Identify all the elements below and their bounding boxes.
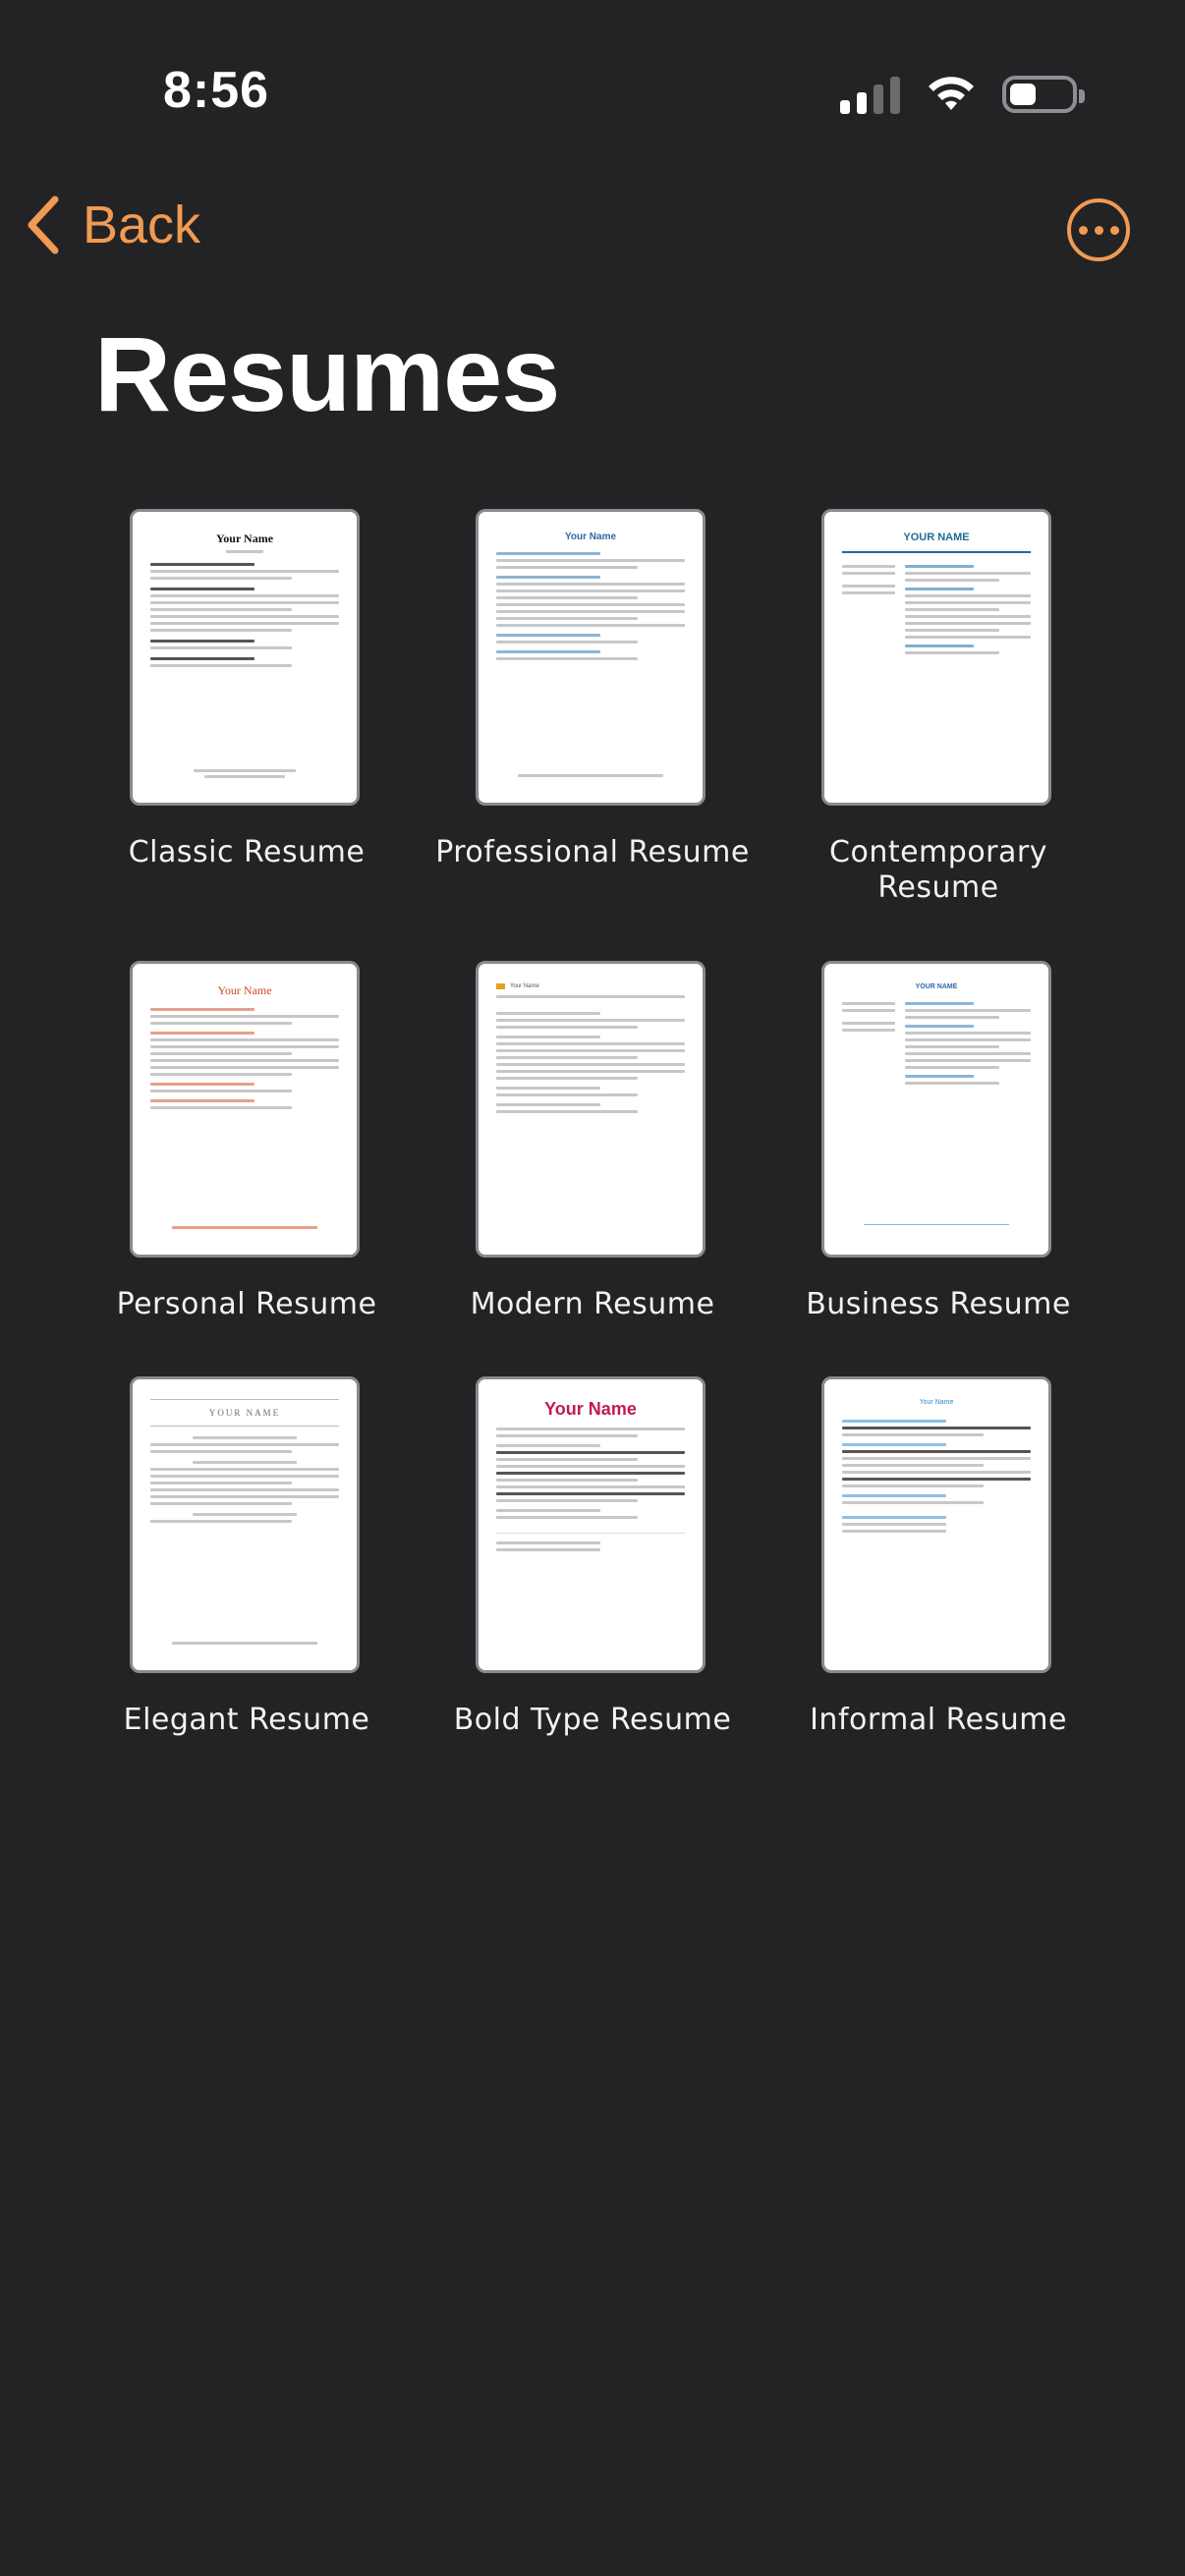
template-label: Contemporary Resume bbox=[829, 835, 1047, 905]
template-thumbnail: Your Name bbox=[130, 961, 360, 1258]
battery-icon bbox=[1002, 76, 1085, 113]
thumb-title: YOUR NAME bbox=[208, 1408, 281, 1418]
template-label: Informal Resume bbox=[810, 1703, 1067, 1737]
more-options-button[interactable] bbox=[1067, 198, 1130, 261]
template-thumbnail: Your Name bbox=[821, 1376, 1051, 1673]
back-label: Back bbox=[83, 196, 201, 254]
status-bar: 8:56 bbox=[0, 0, 1185, 187]
ellipsis-dot bbox=[1094, 225, 1103, 235]
ellipsis-icon bbox=[1078, 225, 1088, 235]
status-time: 8:56 bbox=[163, 62, 270, 119]
status-icons bbox=[840, 75, 1085, 114]
wifi-icon bbox=[929, 77, 974, 110]
template-label: Business Resume bbox=[806, 1287, 1071, 1321]
thumb-title: Your Name bbox=[544, 1399, 637, 1419]
screen: 8:56 Back Resumes Your Name Classic Resu… bbox=[0, 0, 1185, 2576]
thumb-title: Your Name bbox=[510, 983, 539, 989]
thumb-title: Your Name bbox=[564, 532, 617, 542]
template-label: Modern Resume bbox=[470, 1287, 715, 1321]
chevron-left-icon bbox=[28, 196, 59, 254]
back-button[interactable]: Back bbox=[24, 195, 200, 255]
template-thumbnail: Your Name bbox=[476, 961, 705, 1258]
ellipsis-dot bbox=[1109, 225, 1119, 235]
template-label: Bold Type Resume bbox=[453, 1703, 732, 1737]
cellular-signal-icon bbox=[840, 75, 900, 114]
template-thumbnail: YOUR NAME bbox=[821, 509, 1051, 806]
template-label: Professional Resume bbox=[435, 835, 750, 869]
template-thumbnail: YOUR NAME bbox=[130, 1376, 360, 1673]
template-thumbnail: Your Name bbox=[130, 509, 360, 806]
thumb-title: Your Name bbox=[217, 983, 272, 997]
template-thumbnail: YOUR NAME bbox=[821, 961, 1051, 1258]
thumb-title: Your Name bbox=[919, 1399, 954, 1406]
template-label: Elegant Resume bbox=[123, 1703, 370, 1737]
template-label: Classic Resume bbox=[128, 835, 366, 869]
thumb-title: Your Name bbox=[215, 532, 274, 545]
thumb-title: YOUR NAME bbox=[915, 983, 958, 990]
template-thumbnail: Your Name bbox=[476, 1376, 705, 1673]
template-thumbnail: Your Name bbox=[476, 509, 705, 806]
thumb-title: YOUR NAME bbox=[903, 532, 970, 543]
template-label: Personal Resume bbox=[116, 1287, 377, 1321]
page-title: Resumes bbox=[94, 314, 560, 433]
